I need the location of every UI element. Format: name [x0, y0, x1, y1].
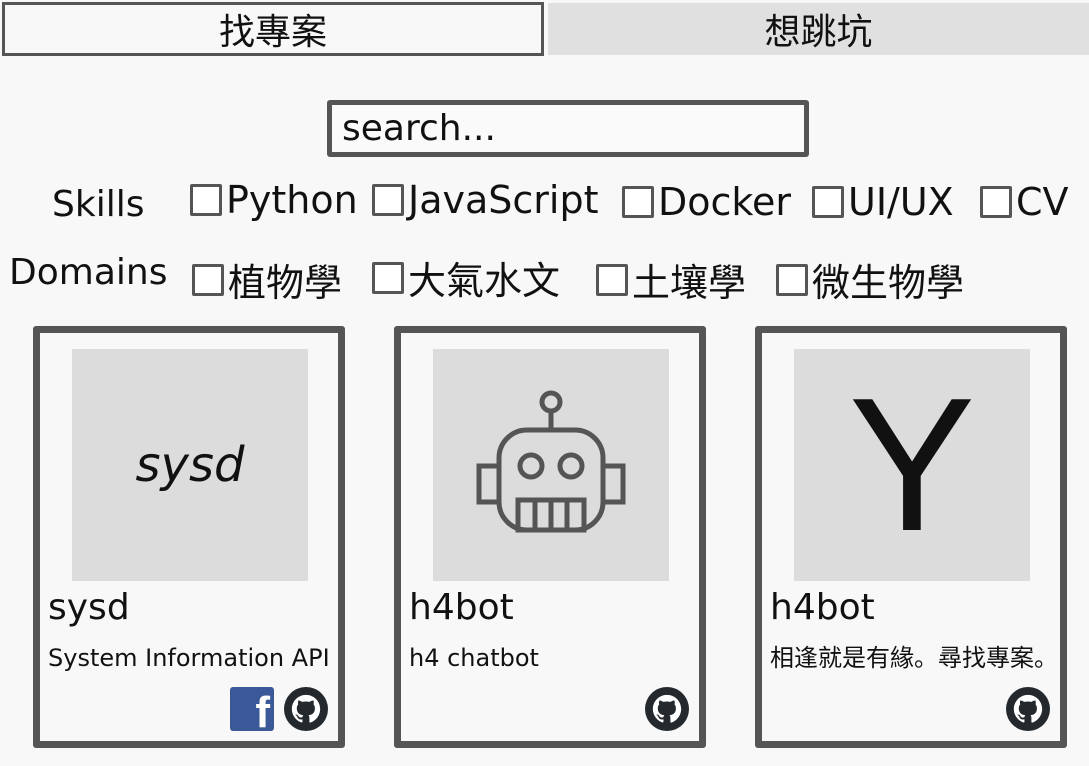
- skill-filter-uiux[interactable]: UI/UX: [812, 180, 954, 224]
- skill-option-label: Python: [226, 178, 358, 222]
- checkbox[interactable]: [812, 186, 844, 218]
- github-icon[interactable]: [284, 687, 328, 731]
- checkbox[interactable]: [622, 186, 654, 218]
- skill-option-label: UI/UX: [848, 180, 954, 224]
- skill-option-label: CV: [1016, 180, 1069, 224]
- project-title: h4bot: [409, 587, 514, 628]
- project-description: h4 chatbot: [409, 644, 539, 672]
- project-title: sysd: [48, 587, 130, 628]
- domain-option-label: 微生物學: [812, 261, 965, 305]
- thumbnail-logo-text: sysd: [135, 437, 245, 493]
- project-card[interactable]: Y h4bot 相逢就是有緣。尋找專案。: [755, 326, 1067, 748]
- skill-filter-docker[interactable]: Docker: [622, 180, 791, 224]
- card-links: [1006, 687, 1050, 731]
- card-links: f: [230, 687, 328, 731]
- domain-filter-soil[interactable]: 土壤學: [596, 252, 746, 307]
- project-description: System Information API: [48, 644, 330, 672]
- tab-label: 想跳坑: [764, 12, 873, 53]
- checkbox[interactable]: [192, 263, 224, 296]
- search-input[interactable]: [327, 100, 809, 157]
- skill-filter-cv[interactable]: CV: [980, 180, 1069, 224]
- project-title: h4bot: [770, 587, 875, 628]
- project-thumbnail: [433, 349, 669, 581]
- tab-label: 找專案: [218, 12, 327, 53]
- checkbox[interactable]: [776, 263, 808, 296]
- github-icon[interactable]: [645, 687, 689, 731]
- skill-filter-javascript[interactable]: JavaScript: [372, 178, 598, 222]
- project-card[interactable]: h4bot h4 chatbot: [394, 326, 706, 748]
- domain-option-label: 土壤學: [632, 261, 747, 305]
- checkbox[interactable]: [190, 184, 222, 216]
- facebook-icon[interactable]: f: [230, 687, 274, 731]
- checkbox[interactable]: [372, 184, 404, 216]
- github-icon-glyph: [291, 694, 321, 723]
- domain-filter-microbiology[interactable]: 微生物學: [776, 252, 964, 307]
- tab-find-project[interactable]: 找專案: [2, 2, 544, 56]
- checkbox[interactable]: [596, 263, 628, 296]
- checkbox[interactable]: [980, 186, 1012, 218]
- project-description: 相逢就是有緣。尋找專案。: [770, 644, 1058, 672]
- domain-filter-botany[interactable]: 植物學: [192, 252, 342, 307]
- card-links: [645, 687, 689, 731]
- skills-label: Skills: [52, 184, 145, 225]
- skill-option-label: JavaScript: [408, 178, 599, 222]
- robot-icon: [476, 390, 626, 533]
- thumbnail-logo-text: Y: [848, 359, 976, 571]
- github-icon-glyph: [652, 694, 682, 723]
- skill-option-label: Docker: [658, 180, 792, 224]
- domain-option-label: 大氣水文: [408, 259, 561, 303]
- project-card[interactable]: sysd sysd System Information API f: [33, 326, 345, 748]
- skill-filter-python[interactable]: Python: [190, 178, 358, 222]
- domains-label: Domains: [9, 252, 168, 293]
- checkbox[interactable]: [372, 261, 404, 294]
- github-icon[interactable]: [1006, 687, 1050, 731]
- domain-option-label: 植物學: [228, 261, 343, 305]
- github-icon-glyph: [1013, 694, 1043, 723]
- tab-want-to-join[interactable]: 想跳坑: [548, 3, 1089, 55]
- domain-filter-hydrology[interactable]: 大氣水文: [372, 250, 560, 305]
- project-thumbnail: sysd: [72, 349, 308, 581]
- project-thumbnail: Y: [794, 349, 1030, 581]
